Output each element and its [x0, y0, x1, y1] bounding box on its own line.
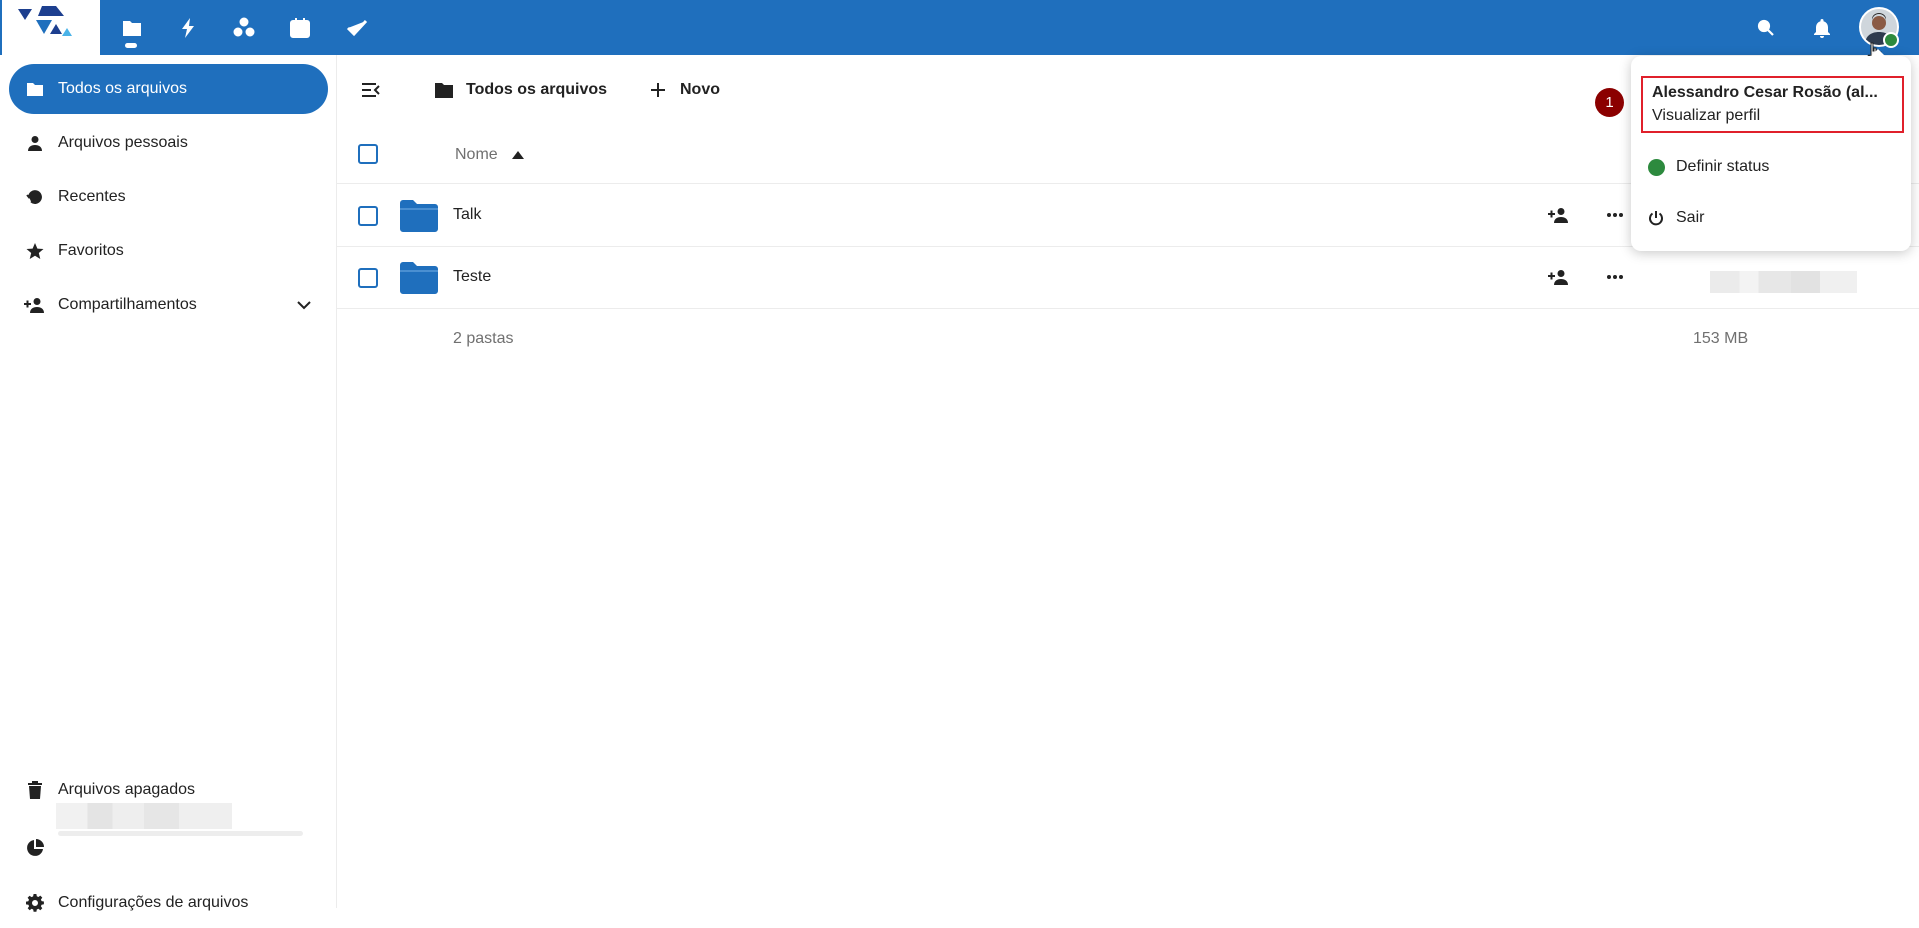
set-status-menu-item[interactable]: Definir status — [1647, 152, 1887, 182]
share-person-add-icon — [1548, 208, 1568, 223]
star-icon — [24, 240, 46, 262]
sidebar-item-personal-files[interactable]: Arquivos pessoais — [9, 118, 328, 168]
share-person-add-icon — [1548, 270, 1568, 285]
row-checkbox[interactable] — [358, 206, 378, 226]
folder-count-summary: 2 pastas — [453, 330, 514, 347]
app-tasks-icon[interactable] — [337, 8, 377, 48]
sidebar-item-label: Recentes — [58, 188, 126, 205]
sidebar-item-all-files[interactable]: Todos os arquivos — [9, 64, 328, 114]
app-files-icon[interactable] — [112, 8, 152, 48]
sidebar-item-label: Configurações de arquivos — [58, 894, 249, 911]
modified-date-redacted — [1710, 271, 1857, 293]
online-status-dot — [1883, 32, 1899, 48]
sidebar-item-shares[interactable]: Compartilhamentos — [9, 280, 328, 330]
app-activity-icon[interactable] — [168, 8, 208, 48]
breadcrumb[interactable]: Todos os arquivos — [434, 76, 607, 104]
file-name[interactable]: Teste — [453, 268, 491, 286]
share-button[interactable] — [1545, 201, 1573, 229]
more-horizontal-icon — [1607, 213, 1623, 217]
sidebar-item-files-settings[interactable]: Configurações de arquivos — [9, 878, 328, 928]
new-button-label: Novo — [680, 81, 720, 98]
history-icon — [24, 186, 46, 208]
trash-icon — [24, 779, 46, 801]
sidebar-item-label: Favoritos — [58, 242, 124, 259]
sidebar-item-label: Arquivos apagados — [58, 781, 195, 798]
sidebar-item-label: Todos os arquivos — [58, 80, 187, 97]
person-icon — [24, 132, 46, 154]
active-app-indicator — [125, 43, 137, 48]
step-badge: 1 — [1595, 88, 1624, 117]
sidebar-item-favorites[interactable]: Favoritos — [9, 226, 328, 276]
logout-label: Sair — [1676, 209, 1705, 226]
new-button[interactable]: Novo — [650, 76, 720, 104]
plus-icon — [651, 83, 665, 97]
select-all-checkbox[interactable] — [358, 144, 378, 164]
quota-progress-bar — [58, 831, 303, 836]
column-header-name[interactable]: Nome — [455, 144, 524, 166]
view-profile-link: Visualizar perfil — [1652, 107, 1761, 124]
more-actions-button[interactable] — [1601, 201, 1629, 229]
menu-collapse-icon — [362, 83, 380, 97]
notifications-bell-icon[interactable] — [1802, 8, 1842, 48]
search-icon[interactable] — [1746, 8, 1786, 48]
logo[interactable] — [2, 0, 100, 55]
breadcrumb-current: Todos os arquivos — [466, 81, 608, 98]
more-actions-button[interactable] — [1601, 263, 1629, 291]
share-button[interactable] — [1545, 263, 1573, 291]
gear-icon — [24, 892, 46, 914]
chevron-down-icon[interactable] — [294, 295, 314, 315]
top-bar — [0, 0, 1919, 55]
view-profile-entry[interactable]: Alessandro Cesar Rosão (al... Visualizar… — [1641, 76, 1904, 133]
sidebar-item-label: Arquivos pessoais — [58, 134, 188, 151]
folder-icon — [400, 200, 438, 232]
sidebar-item-recent[interactable]: Recentes — [9, 172, 328, 222]
power-icon — [1647, 209, 1665, 227]
folder-icon — [435, 83, 453, 98]
dropdown-caret — [1870, 49, 1886, 57]
toggle-sidebar-button[interactable] — [356, 78, 386, 102]
file-name[interactable]: Talk — [453, 206, 481, 224]
folder-icon — [24, 78, 46, 100]
app-calendar-icon[interactable] — [280, 8, 320, 48]
more-horizontal-icon — [1607, 275, 1623, 279]
pie-chart-icon — [24, 837, 46, 859]
quota-text-redacted — [56, 803, 232, 829]
user-display-name: Alessandro Cesar Rosão (al... — [1652, 84, 1878, 101]
logo-icon — [18, 6, 72, 36]
navigation-sidebar: Todos os arquivos Arquivos pessoais Rece… — [0, 55, 337, 912]
row-checkbox[interactable] — [358, 268, 378, 288]
share-person-add-icon — [24, 294, 46, 316]
logout-menu-item[interactable]: Sair — [1647, 203, 1887, 233]
total-size-summary: 153 MB — [1693, 330, 1749, 347]
sort-ascending-icon — [511, 151, 524, 159]
app-circles-icon[interactable] — [224, 8, 264, 48]
status-online-icon — [1647, 158, 1665, 176]
table-row[interactable] — [337, 247, 1919, 309]
folder-icon — [400, 262, 438, 294]
column-name-label: Nome — [455, 146, 498, 163]
set-status-label: Definir status — [1676, 158, 1770, 175]
sidebar-item-label: Compartilhamentos — [58, 296, 197, 313]
